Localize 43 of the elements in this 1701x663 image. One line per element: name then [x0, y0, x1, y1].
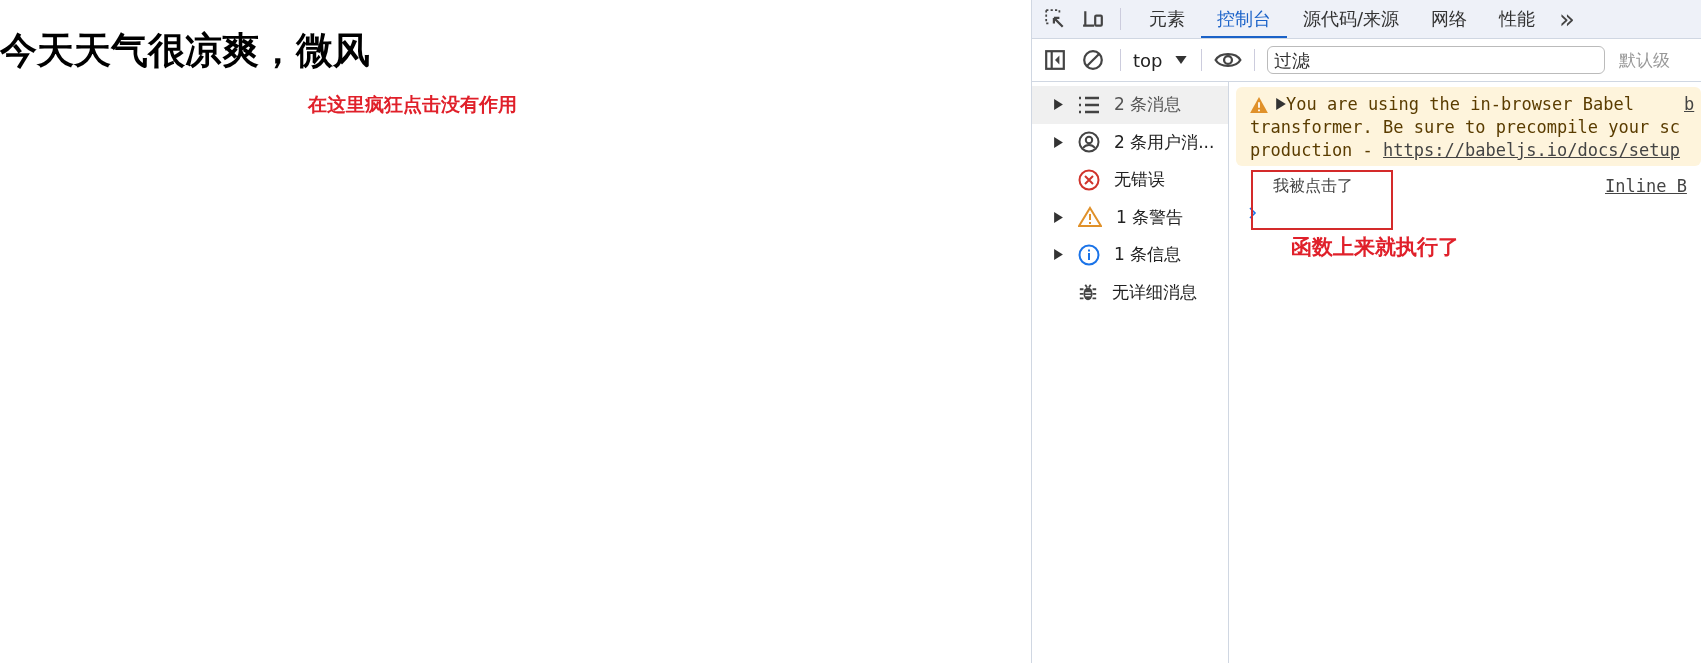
annotation-text: 函数上来就执行了	[1291, 234, 1459, 261]
user-icon	[1078, 131, 1100, 154]
page-heading: 今天天气很凉爽，微风	[0, 28, 371, 74]
more-tabs-button[interactable]: »	[1559, 4, 1575, 34]
clear-icon[interactable]	[1082, 49, 1104, 71]
log-text: 我被点击了	[1273, 176, 1353, 197]
devtools-tab[interactable]: 控制台	[1201, 0, 1287, 38]
filter-field[interactable]: 过滤	[1266, 46, 1605, 74]
prompt-icon	[1249, 207, 1257, 219]
device-icon[interactable]	[1082, 8, 1104, 30]
sidebar-item[interactable]: 1 条信息	[1032, 236, 1228, 274]
sidebar-item[interactable]: 无详细消息	[1032, 273, 1228, 311]
caret-icon	[1174, 55, 1187, 65]
context-dropdown[interactable]: top	[1133, 49, 1187, 71]
message-text: production -	[1250, 140, 1374, 160]
source-link[interactable]: b	[1684, 94, 1695, 114]
sidebar-item[interactable]: 2 条用户消...	[1032, 123, 1228, 161]
sidebar-item[interactable]: 1 条警告	[1032, 198, 1228, 236]
expand-arrow-icon	[1054, 211, 1063, 223]
expand-arrow-icon	[1054, 136, 1063, 148]
expand-arrow-icon	[1054, 99, 1063, 111]
warning-icon	[1078, 206, 1102, 229]
inspect-icon[interactable]	[1044, 8, 1066, 30]
sidebar-item[interactable]: 无错误	[1032, 161, 1228, 199]
devtools-tab[interactable]: 网络	[1415, 0, 1484, 38]
annotation-text: 在这里疯狂点击没有作用	[308, 92, 517, 117]
source-link[interactable]: Inline B	[1605, 176, 1687, 197]
warning-icon	[1250, 97, 1268, 113]
error-icon	[1078, 168, 1100, 191]
sidebar-toggle-icon[interactable]	[1044, 49, 1066, 71]
message-text: transformer. Be sure to precompile your sc	[1250, 117, 1680, 137]
expand-arrow-icon	[1054, 249, 1063, 261]
bug-icon	[1078, 282, 1098, 303]
expand-arrow-icon	[1276, 98, 1286, 110]
devtools-tab[interactable]: 元素	[1133, 0, 1201, 38]
devtools-tab[interactable]: 源代码/来源	[1287, 0, 1416, 38]
message-link[interactable]: https://babeljs.io/docs/setup	[1383, 140, 1680, 160]
sidebar-item[interactable]: 2 条消息	[1032, 86, 1228, 124]
message-text: You are using the in-browser Babel	[1286, 94, 1634, 114]
eye-icon[interactable]	[1213, 51, 1242, 69]
devtools-tab[interactable]: 性能	[1483, 0, 1552, 38]
info-icon	[1078, 243, 1100, 266]
list-icon	[1078, 95, 1100, 114]
